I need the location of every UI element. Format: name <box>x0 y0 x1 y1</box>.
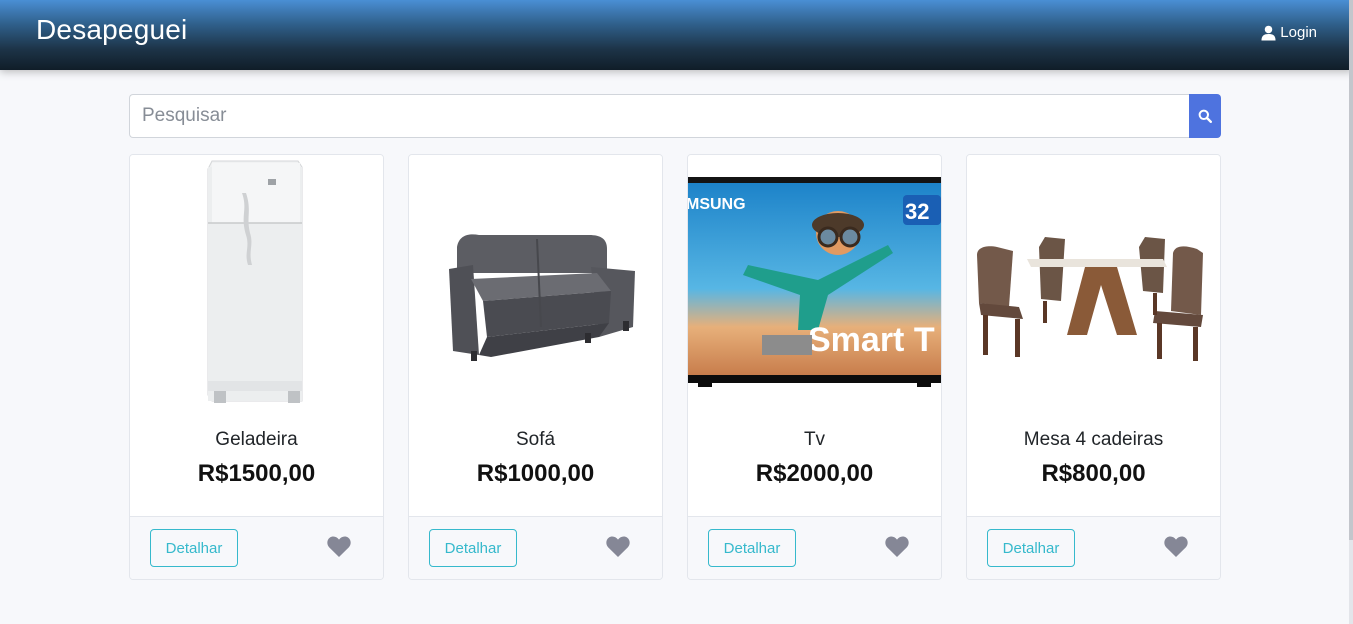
page-scrollbar[interactable] <box>1349 0 1353 624</box>
product-image-refrigerator <box>130 155 383 410</box>
detail-button[interactable]: Detalhar <box>429 529 517 567</box>
product-card-tv: 32 MSUNG Smart T Tv R$2000,00 Detalhar <box>687 154 942 580</box>
product-card-sofa: Sofá R$1000,00 Detalhar <box>408 154 663 580</box>
search-icon <box>1198 109 1212 123</box>
card-footer: Detalhar <box>130 516 383 579</box>
top-navbar: Desapeguei Login <box>0 0 1353 70</box>
product-name: Sofá <box>515 429 556 450</box>
product-image-sofa <box>409 155 662 410</box>
product-name: Mesa 4 cadeiras <box>1023 429 1164 450</box>
detail-button[interactable]: Detalhar <box>987 529 1075 567</box>
login-link[interactable]: Login <box>1261 24 1317 41</box>
heart-icon[interactable] <box>606 536 630 558</box>
search-button[interactable] <box>1189 94 1221 138</box>
brand-logo[interactable]: Desapeguei <box>36 14 187 46</box>
login-label: Login <box>1280 24 1317 41</box>
heart-icon[interactable] <box>885 536 909 558</box>
product-image-tv: 32 MSUNG Smart T <box>688 155 941 410</box>
card-footer: Detalhar <box>409 516 662 579</box>
user-icon <box>1261 25 1276 40</box>
heart-icon[interactable] <box>1164 536 1188 558</box>
product-name: Tv <box>803 429 826 450</box>
tv-brand-text: MSUNG <box>688 196 746 213</box>
product-price: R$2000,00 <box>755 460 874 487</box>
search-input[interactable] <box>129 94 1189 138</box>
tv-model-text: Smart T <box>808 321 935 359</box>
detail-button[interactable]: Detalhar <box>150 529 238 567</box>
heart-icon[interactable] <box>327 536 351 558</box>
product-card-geladeira: Geladeira R$1500,00 Detalhar <box>129 154 384 580</box>
scrollbar-thumb[interactable] <box>1349 0 1353 540</box>
detail-button[interactable]: Detalhar <box>708 529 796 567</box>
card-footer: Detalhar <box>967 516 1220 579</box>
product-price: R$800,00 <box>1041 460 1146 487</box>
tv-size-badge: 32 <box>905 199 929 224</box>
product-image-dining-table <box>967 155 1220 410</box>
search-bar <box>129 94 1221 138</box>
product-card-mesa: Mesa 4 cadeiras R$800,00 Detalhar <box>966 154 1221 580</box>
card-footer: Detalhar <box>688 516 941 579</box>
product-price: R$1500,00 <box>197 460 316 487</box>
product-name: Geladeira <box>215 429 298 450</box>
product-price: R$1000,00 <box>476 460 595 487</box>
